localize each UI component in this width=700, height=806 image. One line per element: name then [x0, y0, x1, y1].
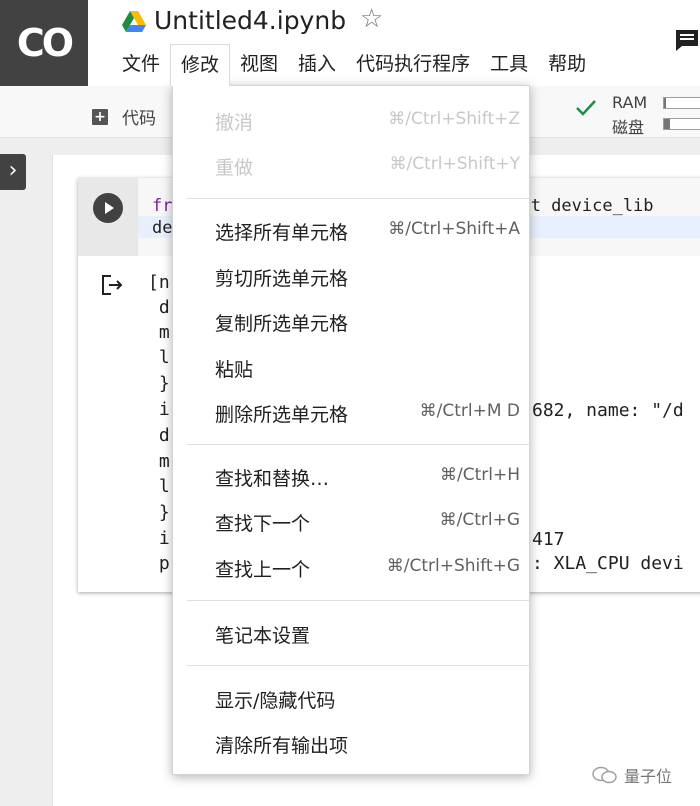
menu-insert[interactable]: 插入 — [288, 44, 346, 84]
menu-item-shortcut: ⌘/Ctrl+H — [439, 465, 520, 485]
menu-runtime[interactable]: 代码执行程序 — [346, 44, 480, 84]
menu-item-label: 重做 — [215, 157, 254, 179]
menu-item-shortcut: ⌘/Ctrl+Shift+Y — [389, 154, 521, 174]
menu-item-toggle-code[interactable]: 显示/隐藏代码 — [173, 678, 529, 718]
menu-separator — [187, 444, 529, 445]
menu-item-clear-all-outputs[interactable]: 清除所有输出项 — [173, 723, 529, 763]
menubar: 文件 修改 视图 插入 代码执行程序 工具 帮助 — [112, 44, 596, 86]
disk-label: 磁盘 — [612, 118, 645, 137]
menu-item-notebook-settings[interactable]: 笔记本设置 — [173, 613, 529, 653]
comment-icon[interactable] — [674, 28, 700, 52]
menu-item-cut-cells[interactable]: 剪切所选单元格 — [173, 256, 529, 296]
logo-text: CO — [16, 21, 74, 65]
colab-logo[interactable]: CO — [0, 0, 88, 86]
menu-item-label: 复制所选单元格 — [215, 313, 349, 335]
code-keyword-from: fr — [152, 196, 173, 216]
disk-usage-bar[interactable] — [663, 118, 700, 130]
output-line: l — [148, 347, 170, 368]
menu-item-label: 笔记本设置 — [215, 625, 311, 647]
edit-menu-dropdown: 撤消 ⌘/Ctrl+Shift+Z 重做 ⌘/Ctrl+Shift+Y 选择所有单元格 ⌘… — [172, 85, 530, 775]
menu-item-delete-cells[interactable]: 删除所选单元格 ⌘/Ctrl+M D — [173, 392, 529, 432]
run-cell-button[interactable] — [93, 193, 123, 223]
menu-item-label: 清除所有输出项 — [215, 735, 349, 757]
menu-item-shortcut: ⌘/Ctrl+G — [439, 510, 520, 530]
menu-item-label: 显示/隐藏代码 — [215, 690, 336, 712]
ram-usage-fill — [664, 98, 666, 108]
output-line: m — [148, 322, 170, 343]
star-icon[interactable]: ☆ — [360, 4, 383, 34]
output-line: } — [148, 373, 170, 394]
add-code-label: 代码 — [122, 109, 156, 129]
menu-item-select-all-cells[interactable]: 选择所有单元格 ⌘/Ctrl+Shift+A — [173, 210, 529, 250]
code-line-2: de — [152, 218, 173, 238]
menu-item-paste[interactable]: 粘贴 — [173, 347, 529, 387]
code-line-1: fr — [152, 196, 172, 216]
header: Untitled4.ipynb ☆ 文件 修改 视图 插入 代码执行程序 工具 … — [88, 0, 700, 86]
watermark: 量子位 — [592, 763, 672, 787]
ram-usage-bar[interactable] — [663, 97, 700, 109]
output-fragment-1: 682, name: "/d — [532, 400, 684, 421]
menu-item-copy-cells[interactable]: 复制所选单元格 — [173, 301, 529, 341]
cell-gutter — [78, 178, 138, 256]
menu-view[interactable]: 视图 — [230, 44, 288, 84]
output-line: l — [148, 476, 170, 497]
menu-tools[interactable]: 工具 — [480, 44, 538, 84]
menu-item-shortcut: ⌘/Ctrl+M D — [419, 401, 520, 421]
menu-item-find-previous[interactable]: 查找上一个 ⌘/Ctrl+Shift+G — [173, 547, 529, 587]
ram-label: RAM — [612, 93, 648, 112]
plus-icon: + — [92, 108, 108, 125]
menu-item-label: 选择所有单元格 — [215, 222, 349, 244]
output-fragment-3: : XLA_CPU devi — [532, 553, 684, 574]
output-line: i — [148, 399, 170, 420]
output-line: i — [148, 528, 170, 549]
output-line: p — [148, 553, 170, 574]
colab-window: CO Untitled4.ipynb ☆ 文件 修改 视图 插入 代码执行程序 … — [0, 0, 700, 806]
menu-item-label: 查找上一个 — [215, 559, 311, 581]
output-menu-icon[interactable] — [100, 274, 124, 296]
menu-item-label: 查找和替换… — [215, 468, 330, 490]
output-line: d — [148, 425, 170, 446]
menu-item-label: 查找下一个 — [215, 513, 311, 535]
menu-item-label: 剪切所选单元格 — [215, 268, 349, 290]
menu-file[interactable]: 文件 — [112, 44, 170, 84]
menu-item-shortcut: ⌘/Ctrl+Shift+A — [388, 219, 520, 239]
menu-item-shortcut: ⌘/Ctrl+Shift+Z — [388, 109, 520, 129]
notebook-title[interactable]: Untitled4.ipynb — [154, 6, 346, 35]
menu-item-label: 撤消 — [215, 112, 254, 134]
menu-item-shortcut: ⌘/Ctrl+Shift+G — [386, 556, 520, 576]
watermark-text: 量子位 — [624, 767, 673, 786]
google-drive-icon[interactable] — [121, 10, 147, 34]
menu-item-find-replace[interactable]: 查找和替换… ⌘/Ctrl+H — [173, 456, 529, 496]
menu-item-redo: 重做 ⌘/Ctrl+Shift+Y — [173, 145, 529, 185]
sidebar-toggle-chevron-icon[interactable]: › — [0, 154, 26, 190]
output-line: [n — [148, 272, 170, 293]
menu-help[interactable]: 帮助 — [538, 44, 596, 84]
add-code-button[interactable]: + 代码 — [92, 104, 156, 129]
output-line: d — [148, 297, 170, 318]
menu-edit[interactable]: 修改 — [170, 44, 231, 86]
connected-check-icon — [576, 100, 596, 116]
menu-item-label: 粘贴 — [215, 359, 254, 381]
output-line: } — [148, 502, 170, 523]
menu-separator — [187, 665, 529, 666]
menu-separator — [187, 198, 529, 199]
menu-item-label: 删除所选单元格 — [215, 404, 349, 426]
menu-item-find-next[interactable]: 查找下一个 ⌘/Ctrl+G — [173, 501, 529, 541]
output-line: m — [148, 451, 170, 472]
menu-item-undo: 撤消 ⌘/Ctrl+Shift+Z — [173, 100, 529, 140]
disk-usage-fill — [664, 119, 670, 129]
menu-separator — [187, 600, 529, 601]
wechat-icon — [592, 766, 617, 784]
output-fragment-2: 417 — [532, 529, 565, 550]
